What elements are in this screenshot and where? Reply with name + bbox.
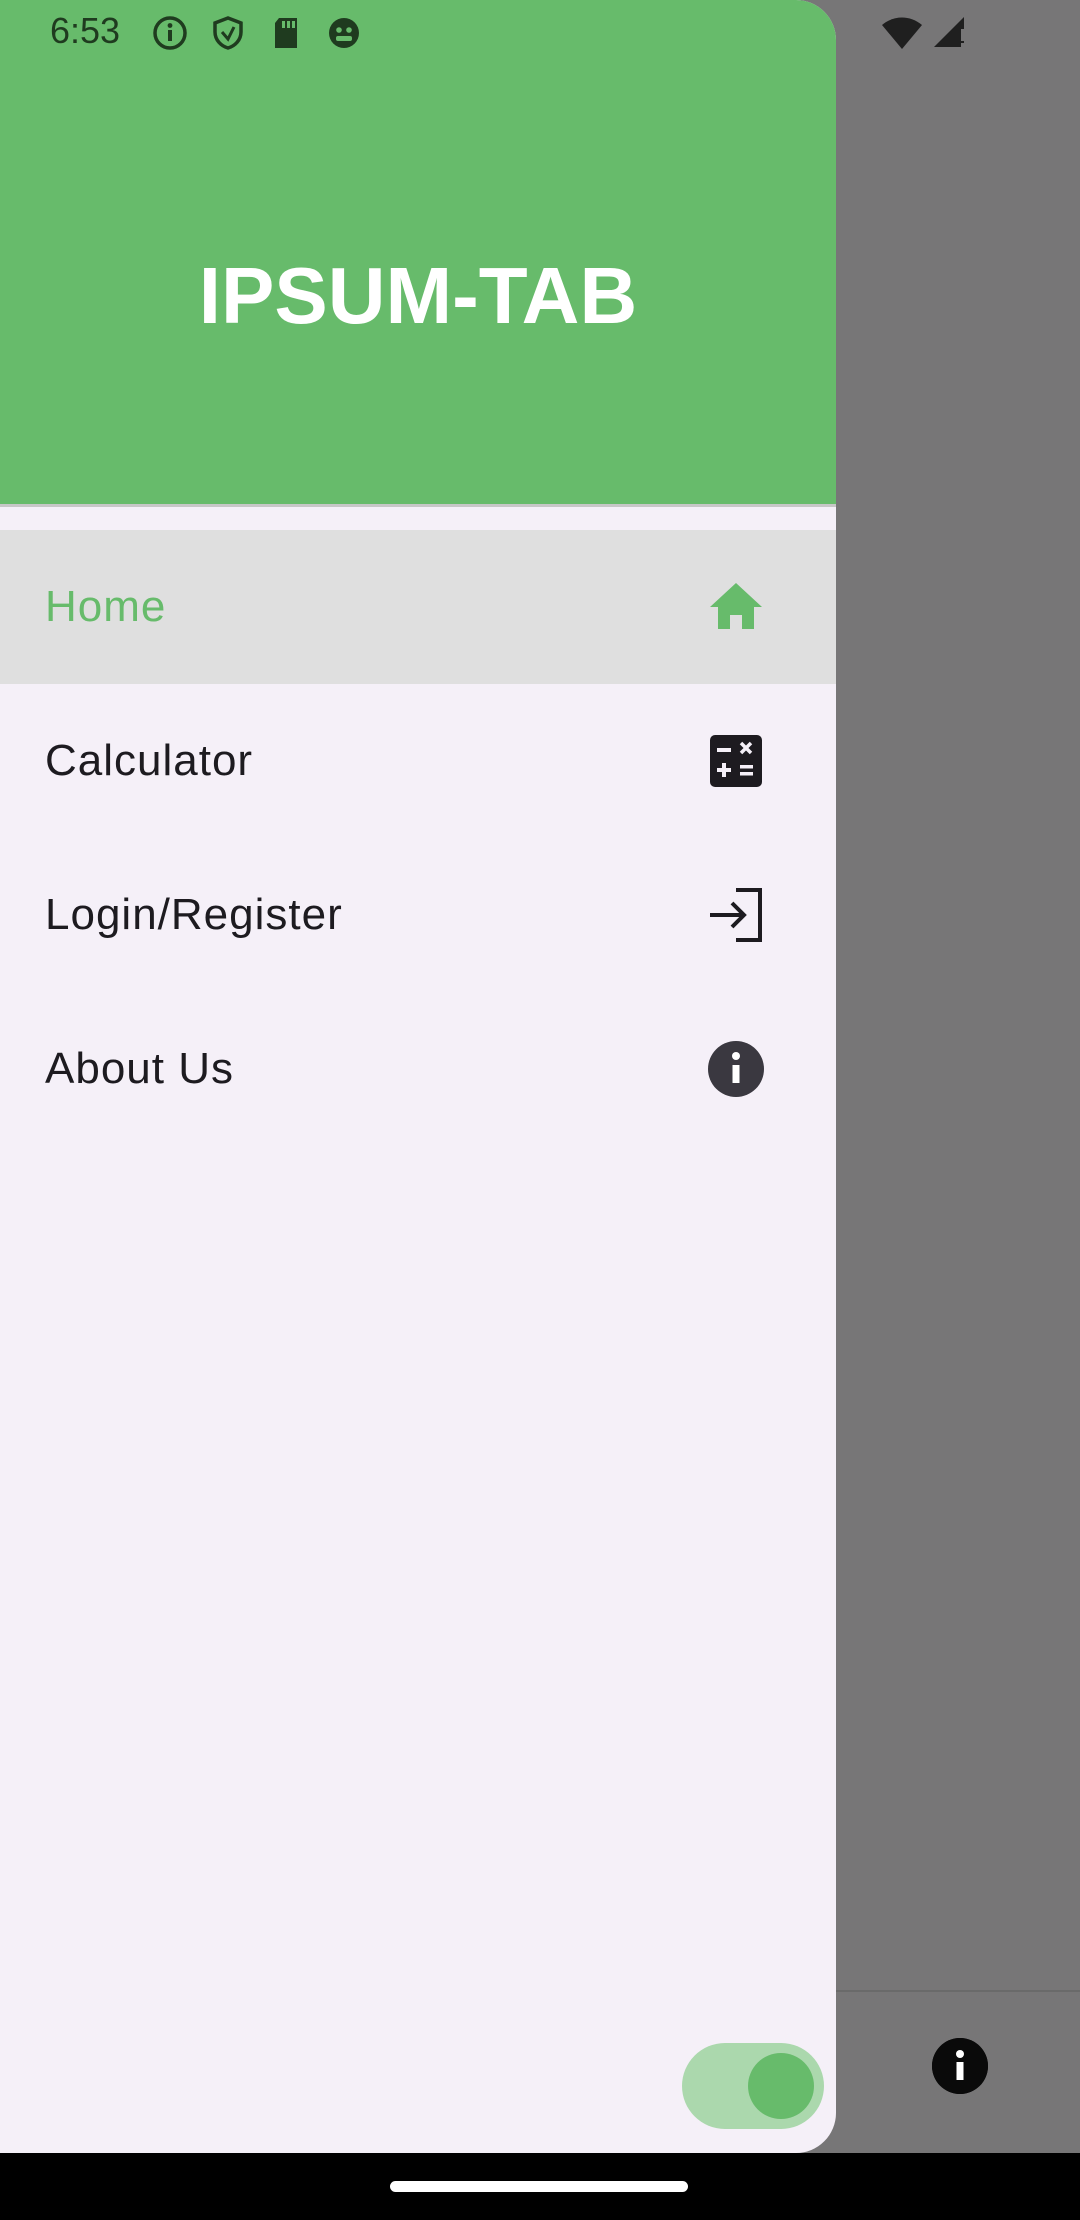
android-robot-icon (326, 15, 362, 51)
background-info-icon (932, 2038, 988, 2094)
home-icon (706, 577, 766, 637)
wifi-icon (880, 15, 924, 56)
cell-signal-icon (932, 15, 968, 56)
drawer-item-label: Calculator (45, 736, 254, 785)
drawer-header: IPSUM-TAB (0, 0, 836, 507)
sd-card-icon (268, 15, 304, 51)
status-icons-left (152, 15, 362, 51)
drawer-item-login-register[interactable]: Login/Register (0, 838, 836, 992)
info-icon (706, 1039, 766, 1099)
drawer-item-about-us[interactable]: About Us (0, 992, 836, 1146)
toggle-knob (748, 2053, 814, 2119)
drawer-item-label: Home (45, 582, 167, 631)
theme-toggle-switch[interactable] (682, 2043, 824, 2129)
status-bar: 6:53 (0, 0, 1080, 66)
drawer-item-calculator[interactable]: Calculator (0, 684, 836, 838)
drawer-item-home[interactable]: Home (0, 530, 836, 684)
status-time: 6:53 (50, 10, 121, 51)
calculator-icon (706, 731, 766, 791)
info-icon (152, 15, 188, 51)
drawer-title: IPSUM-TAB (198, 251, 638, 340)
navigation-drawer: IPSUM-TAB Home Calculator Login/Register… (0, 0, 836, 2153)
shield-icon (210, 15, 246, 51)
background-divider (836, 1990, 1080, 1992)
drawer-item-label: Login/Register (45, 890, 343, 939)
system-navigation-bar (0, 2153, 1080, 2220)
drawer-nav-list: Home Calculator Login/Register About Us (0, 530, 836, 1146)
home-gesture-handle[interactable] (390, 2181, 688, 2192)
login-icon (706, 885, 766, 945)
status-icons-right (880, 15, 968, 56)
drawer-item-label: About Us (45, 1044, 234, 1093)
